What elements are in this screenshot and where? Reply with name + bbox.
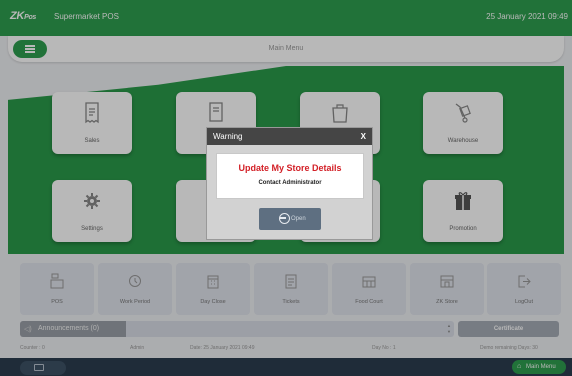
dialog-message-box: Update My Store Details Contact Administ… <box>216 153 364 199</box>
dialog-header: Warning <box>207 128 372 145</box>
warning-dialog: Warning X Update My Store Details Contac… <box>206 127 373 240</box>
open-button[interactable]: Open <box>259 208 321 230</box>
sign-in-icon <box>279 213 290 224</box>
dialog-submessage: Contact Administrator <box>258 180 322 186</box>
dialog-message: Update My Store Details <box>238 163 342 173</box>
close-icon[interactable]: X <box>361 132 366 141</box>
dialog-title: Warning <box>213 132 243 141</box>
